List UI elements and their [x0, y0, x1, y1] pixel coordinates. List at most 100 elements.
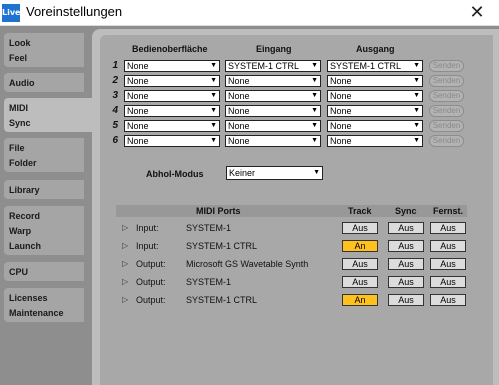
send-button[interactable]: Senden — [429, 75, 464, 87]
select-value: None — [330, 136, 352, 146]
control-surface-select[interactable]: None ▼ — [124, 75, 220, 87]
header-control-surface: Bedienoberfläche — [132, 44, 208, 54]
tab-label-line: Record — [9, 211, 41, 221]
dropdown-arrow-icon: ▼ — [311, 122, 318, 129]
midi-port-row: ▷ Output: Microsoft GS Wavetable Synth A… — [116, 258, 467, 272]
dropdown-arrow-icon: ▼ — [413, 137, 420, 144]
tab-label-line: Feel — [9, 53, 28, 63]
select-value: None — [127, 91, 149, 101]
input-select[interactable]: SYSTEM-1 CTRL ▼ — [225, 60, 321, 72]
header-remote: Fernst. — [433, 206, 464, 216]
expand-triangle-icon[interactable]: ▷ — [122, 223, 128, 232]
control-surface-select[interactable]: None ▼ — [124, 105, 220, 117]
remote-toggle[interactable]: Aus — [430, 240, 466, 252]
sync-toggle[interactable]: Aus — [388, 222, 424, 234]
input-select[interactable]: None ▼ — [225, 135, 321, 147]
sync-toggle[interactable]: Aus — [388, 294, 424, 306]
midi-port-row: ▷ Output: SYSTEM-1 Aus Aus Aus — [116, 276, 467, 290]
dropdown-arrow-icon: ▼ — [311, 77, 318, 84]
tab-label-line: Look — [9, 38, 31, 48]
select-value: None — [330, 106, 352, 116]
tab-label-line: Library — [9, 185, 40, 195]
expand-triangle-icon[interactable]: ▷ — [122, 277, 128, 286]
app-icon: Live — [2, 4, 20, 22]
send-button[interactable]: Senden — [429, 135, 464, 147]
remote-toggle[interactable]: Aus — [430, 258, 466, 270]
tab-library[interactable]: Library — [4, 180, 84, 199]
port-name: Microsoft GS Wavetable Synth — [186, 259, 309, 269]
surface-row-number: 4 — [112, 105, 118, 116]
header-track: Track — [348, 206, 372, 216]
select-value: None — [228, 76, 250, 86]
expand-triangle-icon[interactable]: ▷ — [122, 295, 128, 304]
expand-triangle-icon[interactable]: ▷ — [122, 241, 128, 250]
send-button[interactable]: Senden — [429, 60, 464, 72]
tab-file-folder[interactable]: File Folder — [4, 138, 84, 172]
tab-audio[interactable]: Audio — [4, 73, 84, 92]
track-toggle[interactable]: An — [342, 240, 378, 252]
expand-triangle-icon[interactable]: ▷ — [122, 259, 128, 268]
tab-midi-sync[interactable]: MIDI Sync — [4, 98, 92, 132]
send-button[interactable]: Senden — [429, 120, 464, 132]
control-surface-select[interactable]: None ▼ — [124, 120, 220, 132]
surface-row-number: 3 — [112, 90, 118, 101]
track-toggle[interactable]: Aus — [342, 276, 378, 288]
tab-label-line: CPU — [9, 267, 29, 277]
remote-toggle[interactable]: Aus — [430, 276, 466, 288]
track-toggle[interactable]: Aus — [342, 258, 378, 270]
output-select[interactable]: None ▼ — [327, 135, 423, 147]
send-button[interactable]: Senden — [429, 105, 464, 117]
tab-licenses-maintenance[interactable]: Licenses Maintenance — [4, 288, 84, 322]
remote-toggle[interactable]: Aus — [430, 222, 466, 234]
select-value: None — [228, 91, 250, 101]
surface-row-number: 5 — [112, 120, 118, 131]
takeover-mode-select[interactable]: Keiner ▼ — [226, 166, 323, 180]
tab-look-feel[interactable]: Look Feel — [4, 33, 84, 67]
port-type: Input: — [136, 241, 159, 251]
remote-toggle[interactable]: Aus — [430, 294, 466, 306]
output-select[interactable]: None ▼ — [327, 105, 423, 117]
port-name: SYSTEM-1 — [186, 223, 232, 233]
select-value: SYSTEM-1 CTRL — [330, 61, 402, 71]
select-value: SYSTEM-1 CTRL — [228, 61, 300, 71]
track-toggle[interactable]: An — [342, 294, 378, 306]
control-surface-select[interactable]: None ▼ — [124, 135, 220, 147]
select-value: Keiner — [229, 168, 256, 178]
window-title: Voreinstellungen — [26, 4, 123, 19]
tab-record-warp-launch[interactable]: Record Warp Launch — [4, 206, 84, 255]
output-select[interactable]: None ▼ — [327, 120, 423, 132]
header-input: Eingang — [256, 44, 292, 54]
dropdown-arrow-icon: ▼ — [413, 107, 420, 114]
select-value: None — [330, 91, 352, 101]
output-select[interactable]: None ▼ — [327, 75, 423, 87]
close-icon[interactable]: ✕ — [460, 1, 494, 25]
tab-cpu[interactable]: CPU — [4, 262, 84, 281]
tab-label-line: Licenses — [9, 293, 48, 303]
port-type: Output: — [136, 295, 166, 305]
port-type: Output: — [136, 259, 166, 269]
dropdown-arrow-icon: ▼ — [210, 107, 217, 114]
select-value: None — [228, 121, 250, 131]
output-select[interactable]: SYSTEM-1 CTRL ▼ — [327, 60, 423, 72]
input-select[interactable]: None ▼ — [225, 75, 321, 87]
sync-toggle[interactable]: Aus — [388, 276, 424, 288]
tab-label-line: File — [9, 143, 25, 153]
track-toggle[interactable]: Aus — [342, 222, 378, 234]
dropdown-arrow-icon: ▼ — [311, 107, 318, 114]
tab-label-line: MIDI — [9, 103, 28, 113]
input-select[interactable]: None ▼ — [225, 90, 321, 102]
dropdown-arrow-icon: ▼ — [210, 137, 217, 144]
tab-label-line: Launch — [9, 241, 42, 251]
dropdown-arrow-icon: ▼ — [311, 137, 318, 144]
dropdown-arrow-icon: ▼ — [413, 122, 420, 129]
input-select[interactable]: None ▼ — [225, 105, 321, 117]
sync-toggle[interactable]: Aus — [388, 258, 424, 270]
output-select[interactable]: None ▼ — [327, 90, 423, 102]
sync-toggle[interactable]: Aus — [388, 240, 424, 252]
control-surface-select[interactable]: None ▼ — [124, 90, 220, 102]
select-value: None — [330, 76, 352, 86]
input-select[interactable]: None ▼ — [225, 120, 321, 132]
dropdown-arrow-icon: ▼ — [413, 92, 420, 99]
control-surface-select[interactable]: None ▼ — [124, 60, 220, 72]
send-button[interactable]: Senden — [429, 90, 464, 102]
